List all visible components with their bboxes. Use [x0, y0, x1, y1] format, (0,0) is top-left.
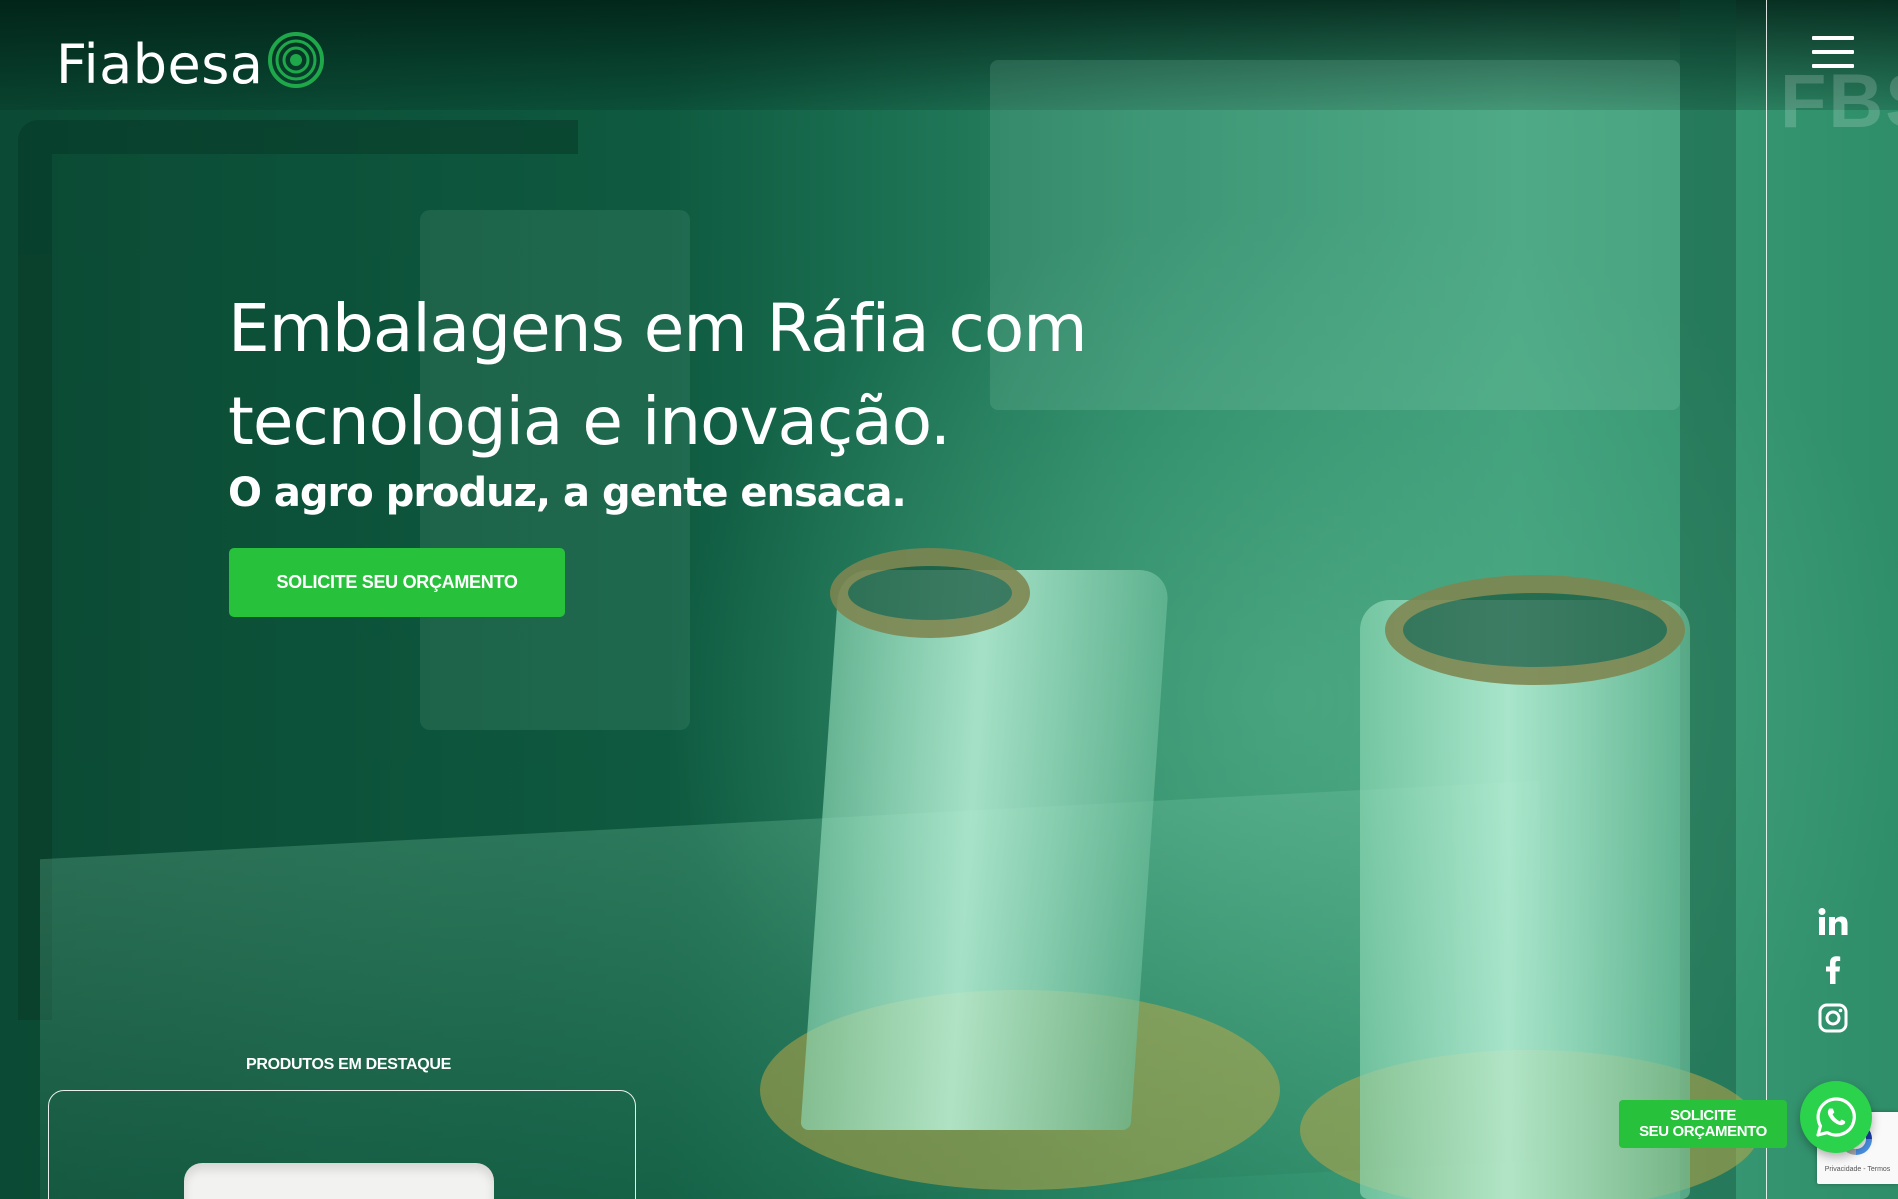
spool-top	[1385, 575, 1685, 685]
floating-quote-line1: SOLICITE	[1670, 1107, 1736, 1124]
linkedin-icon[interactable]	[1816, 905, 1850, 939]
logo-text: Fiabesa	[56, 32, 264, 96]
spool-top	[830, 548, 1030, 638]
logo-mark-icon	[268, 32, 325, 88]
facebook-icon[interactable]	[1816, 953, 1850, 987]
site-logo[interactable]: Fiabesa	[56, 32, 325, 96]
hero-subheadline: O agro produz, a gente ensaca.	[228, 470, 907, 516]
hero-headline: Embalagens em Ráfia com tecnologia e ino…	[228, 290, 1088, 460]
instagram-icon[interactable]	[1816, 1001, 1850, 1035]
hamburger-menu-icon[interactable]	[1812, 36, 1854, 72]
floating-quote-button[interactable]: SOLICITE SEU ORÇAMENTO	[1619, 1100, 1787, 1148]
recaptcha-links[interactable]: Privacidade - Termos	[1817, 1166, 1898, 1173]
request-quote-button[interactable]: SOLICITE SEU ORÇAMENTO	[229, 548, 565, 617]
featured-products-label: PRODUTOS EM DESTAQUE	[246, 1056, 451, 1073]
whatsapp-icon	[1816, 1097, 1856, 1137]
sidebar-divider	[1766, 0, 1767, 1199]
floating-quote-line2: SEU ORÇAMENTO	[1639, 1123, 1767, 1140]
product-image	[184, 1163, 494, 1199]
product-card[interactable]	[48, 1090, 636, 1199]
yarn-spool	[800, 570, 1170, 1130]
whatsapp-button[interactable]	[1800, 1081, 1872, 1153]
